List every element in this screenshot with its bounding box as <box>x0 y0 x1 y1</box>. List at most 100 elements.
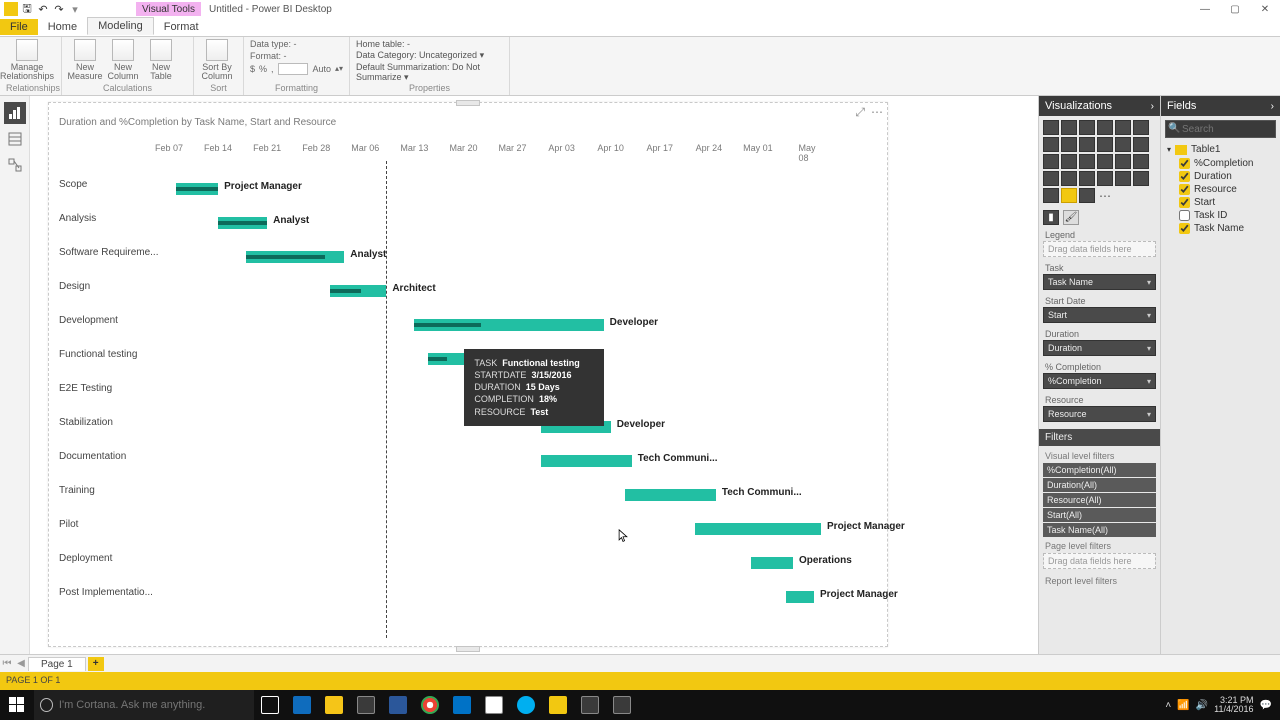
tab-format[interactable]: Format <box>154 19 209 35</box>
viz-type-cell[interactable] <box>1043 120 1059 135</box>
cortana-search[interactable] <box>34 690 254 720</box>
viz-type-cell[interactable] <box>1115 137 1131 152</box>
field-item[interactable]: Resource <box>1165 183 1276 196</box>
gantt-row[interactable]: TrainingTech Communi... <box>59 477 877 511</box>
save-icon[interactable]: 🖫 <box>20 2 34 16</box>
format-spinner-icon[interactable]: ▴▾ <box>335 65 343 73</box>
currency-icon[interactable]: $ <box>250 64 255 74</box>
tray-notifications-icon[interactable]: 💬 <box>1260 700 1272 711</box>
start-button[interactable] <box>0 690 34 720</box>
taskbar-app2-icon[interactable] <box>606 690 638 720</box>
viz-type-cell[interactable] <box>1061 188 1077 203</box>
viz-type-cell[interactable] <box>1115 120 1131 135</box>
viz-type-cell[interactable] <box>1043 137 1059 152</box>
gantt-row[interactable]: PilotProject Manager <box>59 511 877 545</box>
manage-relationships-button[interactable]: Manage Relationships <box>6 39 48 81</box>
relationships-view-button[interactable] <box>4 154 26 176</box>
viz-type-cell[interactable] <box>1133 171 1149 186</box>
close-button[interactable]: ✕ <box>1250 0 1280 18</box>
sort-by-column-button[interactable]: Sort By Column <box>200 39 234 81</box>
field-item[interactable]: Start <box>1165 196 1276 209</box>
field-checkbox[interactable] <box>1179 197 1190 208</box>
filter-item[interactable]: Duration(All) <box>1043 478 1156 492</box>
viz-type-cell[interactable] <box>1061 154 1077 169</box>
viz-type-cell[interactable] <box>1079 120 1095 135</box>
viz-type-cell[interactable] <box>1043 154 1059 169</box>
taskbar-skype-icon[interactable] <box>510 690 542 720</box>
fields-search-input[interactable] <box>1165 120 1276 138</box>
tray-chevron-icon[interactable]: ˄ <box>1165 700 1171 711</box>
taskbar-mail-icon[interactable] <box>478 690 510 720</box>
gantt-row[interactable]: ScopeProject Manager <box>59 171 877 205</box>
field-checkbox[interactable] <box>1179 171 1190 182</box>
taskbar-powerbi-icon[interactable] <box>542 690 574 720</box>
well-completion[interactable]: %Completion <box>1043 373 1156 389</box>
new-table-button[interactable]: New Table <box>144 39 178 81</box>
taskbar-explorer-icon[interactable] <box>318 690 350 720</box>
table-node[interactable]: ▾Table1 <box>1161 142 1280 157</box>
taskbar-edge-icon[interactable] <box>286 690 318 720</box>
home-table-select[interactable]: Home table: - <box>356 39 503 49</box>
viz-type-cell[interactable] <box>1115 154 1131 169</box>
viz-type-cell[interactable] <box>1133 154 1149 169</box>
field-item[interactable]: Duration <box>1165 170 1276 183</box>
viz-type-cell[interactable] <box>1115 171 1131 186</box>
percent-icon[interactable]: % <box>259 64 267 74</box>
gantt-bar[interactable] <box>751 557 793 569</box>
tab-home[interactable]: Home <box>38 19 87 35</box>
field-checkbox[interactable] <box>1179 223 1190 234</box>
focus-mode-icon[interactable]: ⤢ <box>855 105 865 120</box>
undo-icon[interactable]: ↶ <box>36 2 50 16</box>
filter-item[interactable]: %Completion(All) <box>1043 463 1156 477</box>
field-item[interactable]: %Completion <box>1165 157 1276 170</box>
redo-icon[interactable]: ↷ <box>52 2 66 16</box>
field-checkbox[interactable] <box>1179 184 1190 195</box>
viz-type-cell[interactable] <box>1079 171 1095 186</box>
viz-type-cell[interactable] <box>1133 137 1149 152</box>
well-task[interactable]: Task Name <box>1043 274 1156 290</box>
viz-type-cell[interactable] <box>1133 120 1149 135</box>
data-category-select[interactable]: Data Category: Uncategorized ▾ <box>356 50 503 61</box>
page-level-filters-well[interactable]: Drag data fields here <box>1043 553 1156 569</box>
gantt-bar[interactable] <box>695 523 821 535</box>
add-page-button[interactable]: + <box>88 657 104 671</box>
auto-label[interactable]: Auto <box>312 64 331 74</box>
viz-type-cell[interactable] <box>1061 120 1077 135</box>
filter-item[interactable]: Start(All) <box>1043 508 1156 522</box>
well-legend[interactable]: Drag data fields here <box>1043 241 1156 257</box>
qat-more-icon[interactable]: ▾ <box>68 2 82 16</box>
new-measure-button[interactable]: New Measure <box>68 39 102 81</box>
well-start[interactable]: Start <box>1043 307 1156 323</box>
filter-item[interactable]: Resource(All) <box>1043 493 1156 507</box>
viz-type-cell[interactable] <box>1097 137 1113 152</box>
minimize-button[interactable]: — <box>1190 0 1220 18</box>
well-duration[interactable]: Duration <box>1043 340 1156 356</box>
maximize-button[interactable]: ▢ <box>1220 0 1250 18</box>
viz-type-cell[interactable] <box>1043 188 1059 203</box>
gantt-row[interactable]: DocumentationTech Communi... <box>59 443 877 477</box>
task-view-icon[interactable] <box>254 690 286 720</box>
gantt-row[interactable]: AnalysisAnalyst <box>59 205 877 239</box>
data-view-button[interactable] <box>4 128 26 150</box>
gantt-row[interactable]: Software Requireme...Analyst <box>59 239 877 273</box>
page-nav-prev[interactable]: ◀ <box>14 658 28 669</box>
format-label[interactable]: Format: - <box>250 51 287 61</box>
gantt-visual[interactable]: ⤢ ⋯ Duration and %Completion by Task Nam… <box>48 102 888 647</box>
viz-type-cell[interactable] <box>1043 171 1059 186</box>
page-nav-first[interactable]: ⏮ <box>0 658 14 669</box>
gantt-row[interactable]: DevelopmentDeveloper <box>59 307 877 341</box>
new-column-button[interactable]: New Column <box>106 39 140 81</box>
cortana-input[interactable] <box>59 699 248 711</box>
fields-pane-button[interactable]: ▮ <box>1043 210 1059 225</box>
field-item[interactable]: Task ID <box>1165 209 1276 222</box>
tray-network-icon[interactable]: 📶 <box>1177 700 1189 711</box>
default-summarization-select[interactable]: Default Summarization: Do Not Summarize … <box>356 62 503 83</box>
taskbar-word-icon[interactable] <box>382 690 414 720</box>
viz-type-cell[interactable] <box>1097 120 1113 135</box>
data-type-label[interactable]: Data type: - <box>250 39 297 49</box>
viz-type-cell[interactable] <box>1097 171 1113 186</box>
field-checkbox[interactable] <box>1179 210 1190 221</box>
collapse-visualizations-icon[interactable]: › <box>1151 101 1154 112</box>
field-checkbox[interactable] <box>1179 158 1190 169</box>
tab-file[interactable]: File <box>0 19 38 35</box>
